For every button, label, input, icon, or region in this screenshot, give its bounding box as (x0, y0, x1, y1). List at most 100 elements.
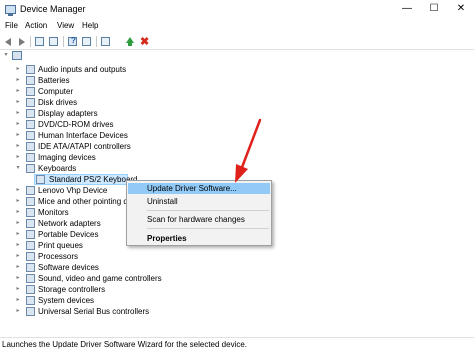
tree-item-label: IDE ATA/ATAPI controllers (38, 142, 131, 151)
tree-item-label: Universal Serial Bus controllers (38, 307, 150, 316)
toolbar: ✖ (0, 34, 474, 50)
expand-icon[interactable]: ▸ (14, 119, 22, 130)
expand-icon[interactable]: ▸ (14, 185, 22, 196)
expand-icon[interactable]: ▸ (14, 75, 22, 86)
disk-drive-icon (26, 98, 35, 107)
imaging-device-icon (26, 153, 35, 162)
tree-item-label: Standard PS/2 Keyboard (49, 175, 138, 184)
tree-item-label: Print queues (38, 241, 83, 250)
network-adapter-icon (26, 219, 35, 228)
storage-controller-icon (26, 285, 35, 294)
expand-icon[interactable]: ▸ (14, 229, 22, 240)
tree-item-label: Display adapters (38, 109, 98, 118)
tree-item-label: Network adapters (38, 219, 101, 228)
toolbar-divider (63, 36, 64, 47)
expand-icon[interactable]: ▸ (14, 97, 22, 108)
keyboard-icon (26, 164, 35, 173)
expand-icon[interactable]: ▸ (14, 64, 22, 75)
tree-item-label: Sound, video and game controllers (38, 274, 162, 283)
device-manager-icon (5, 5, 16, 16)
expand-icon[interactable]: ▸ (14, 207, 22, 218)
collapse-icon[interactable]: ▾ (14, 163, 22, 174)
menu-separator (147, 228, 269, 229)
expand-icon[interactable]: ▸ (14, 262, 22, 273)
update-driver-menu-item[interactable]: Update Driver Software... (128, 183, 270, 194)
tree-item-label: Audio inputs and outputs (38, 65, 127, 74)
minimize-button[interactable]: — (394, 0, 420, 18)
scan-icon[interactable] (100, 36, 112, 47)
tree-item-label: Keyboards (38, 164, 77, 173)
expand-icon[interactable]: ▸ (14, 251, 22, 262)
tree-item-label: Imaging devices (38, 153, 96, 162)
tree-item-label: Human Interface Devices (38, 131, 128, 140)
display-adapter-icon (26, 109, 35, 118)
sound-icon (26, 274, 35, 283)
expand-icon[interactable]: ▸ (14, 141, 22, 152)
expand-icon[interactable]: ▸ (14, 240, 22, 251)
context-menu: Update Driver Software... Uninstall Scan… (126, 180, 272, 246)
expand-icon[interactable]: ▸ (14, 218, 22, 229)
ide-controller-icon (26, 142, 35, 151)
tree-item-label: Batteries (38, 76, 70, 85)
audio-icon (26, 65, 35, 74)
status-text: Launches the Update Driver Software Wiza… (2, 340, 248, 349)
usb-icon (26, 307, 35, 316)
software-device-icon (26, 263, 35, 272)
properties-menu-item[interactable]: Properties (128, 233, 270, 244)
title-bar: Device Manager — ☐ ✕ (0, 0, 474, 20)
monitor-icon (26, 208, 35, 217)
system-device-icon (26, 296, 35, 305)
back-icon[interactable] (3, 36, 15, 47)
expand-icon[interactable]: ▸ (14, 108, 22, 119)
tree-item-label: Portable Devices (38, 230, 99, 239)
uninstall-menu-item[interactable]: Uninstall (128, 196, 270, 207)
menu-file[interactable]: File (5, 21, 18, 30)
mouse-icon (26, 197, 35, 206)
scan-hardware-menu-item[interactable]: Scan for hardware changes (128, 214, 270, 225)
expand-icon[interactable]: ▸ (14, 152, 22, 163)
window-title: Device Manager (20, 4, 86, 14)
tree-item-label: System devices (38, 296, 95, 305)
menu-help[interactable]: Help (82, 21, 98, 30)
tree-item-label: Storage controllers (38, 285, 106, 294)
dvd-drive-icon (26, 120, 35, 129)
menu-bar: File Action View Help (0, 20, 474, 34)
lenovo-device-icon (26, 186, 35, 195)
expand-icon[interactable]: ▸ (14, 86, 22, 97)
expand-icon[interactable]: ▸ (14, 295, 22, 306)
tree-item-label: Disk drives (38, 98, 78, 107)
tree-item-label: Computer (38, 87, 74, 96)
tree-item-label: Processors (38, 252, 79, 261)
battery-icon (26, 76, 35, 85)
tree-item-label: Monitors (38, 208, 69, 217)
expand-icon[interactable]: ▸ (14, 273, 22, 284)
expand-icon[interactable]: ▸ (14, 130, 22, 141)
keyboard-icon (36, 175, 45, 184)
printer-icon (26, 241, 35, 250)
tree-item-label: Lenovo Vhp Device (38, 186, 108, 195)
maximize-button[interactable]: ☐ (421, 0, 447, 18)
close-button[interactable]: ✕ (448, 0, 474, 18)
tree-item-label: Software devices (38, 263, 99, 272)
expand-icon[interactable]: ▸ (14, 196, 22, 207)
collapse-icon[interactable]: ▾ (2, 50, 10, 61)
menu-separator (147, 210, 269, 211)
forward-icon[interactable] (16, 36, 28, 47)
computer-icon (12, 51, 22, 60)
show-hidden-icon[interactable] (48, 36, 60, 47)
toolbar-divider (96, 36, 97, 47)
hid-icon (26, 131, 35, 140)
expand-icon[interactable]: ▸ (14, 284, 22, 295)
menu-action[interactable]: Action (25, 21, 47, 30)
processor-icon (26, 252, 35, 261)
help-icon[interactable] (67, 36, 79, 47)
uninstall-icon[interactable]: ✖ (139, 36, 151, 48)
toolbar-divider (30, 36, 31, 47)
update-driver-icon[interactable] (124, 36, 136, 47)
expand-icon[interactable]: ▸ (14, 306, 22, 317)
menu-view[interactable]: View (57, 21, 74, 30)
computer-icon[interactable] (81, 36, 93, 47)
properties-icon[interactable] (34, 36, 46, 47)
portable-device-icon (26, 230, 35, 239)
computer-icon (26, 87, 35, 96)
